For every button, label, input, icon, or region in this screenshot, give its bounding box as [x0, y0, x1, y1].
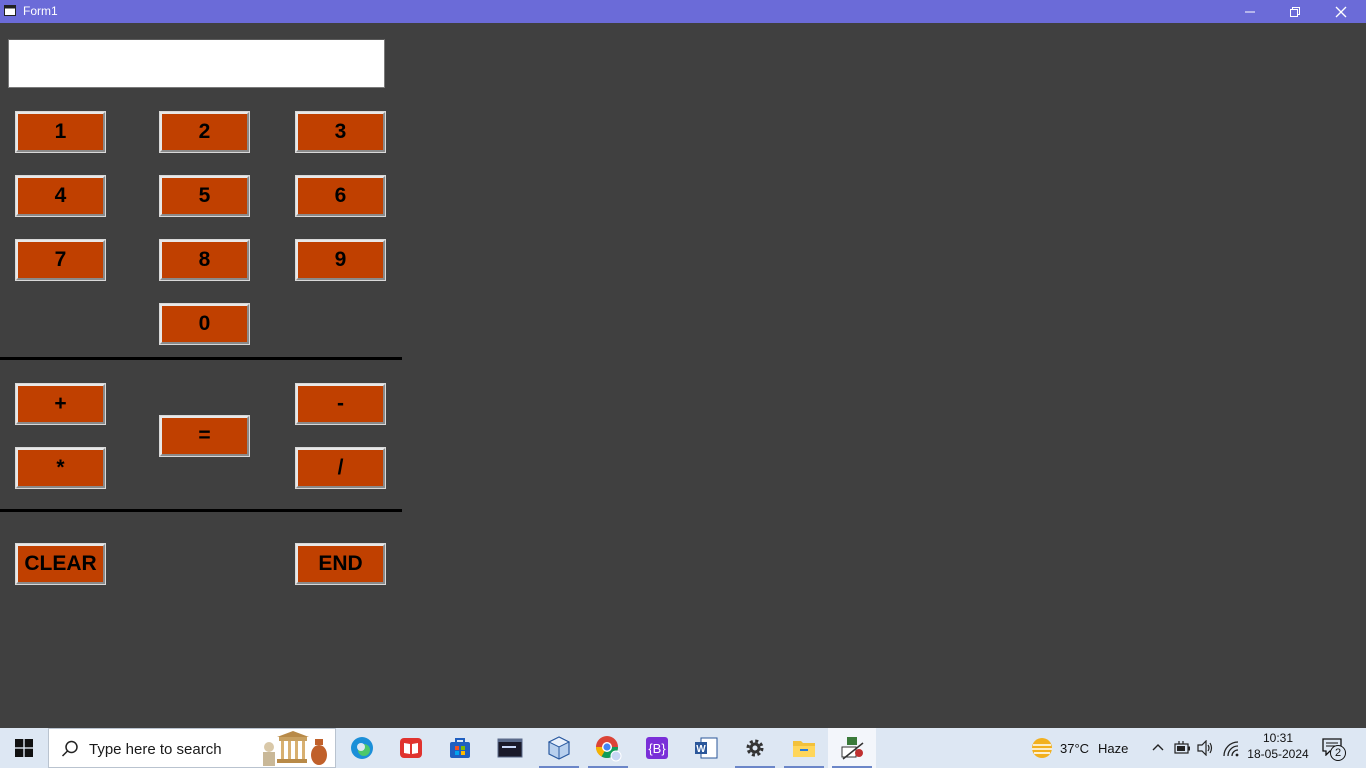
- taskbar-vb6[interactable]: [828, 728, 876, 768]
- search-placeholder: Type here to search: [89, 741, 222, 758]
- title-bar[interactable]: Form1: [0, 0, 1366, 23]
- digit-0-button[interactable]: 0: [159, 303, 250, 345]
- weather-temperature: 37°C: [1060, 741, 1090, 756]
- virtualbox-icon: [547, 736, 571, 760]
- separator-line: [0, 357, 402, 360]
- taskbar-word[interactable]: W: [682, 728, 730, 768]
- digit-8-button[interactable]: 8: [159, 239, 250, 281]
- svg-text:W: W: [696, 744, 706, 755]
- minimize-icon: [1245, 11, 1255, 12]
- start-button[interactable]: [0, 728, 48, 768]
- taskbar-edge[interactable]: [338, 728, 386, 768]
- search-icon: [61, 740, 78, 757]
- plus-button[interactable]: +: [15, 383, 106, 425]
- word-icon: W: [695, 737, 718, 759]
- settings-icon: [746, 739, 764, 757]
- form-icon: [4, 5, 16, 16]
- clear-button[interactable]: CLEAR: [15, 543, 106, 585]
- digit-9-button[interactable]: 9: [295, 239, 386, 281]
- taskbar-virtualbox[interactable]: [535, 728, 583, 768]
- notification-center-button[interactable]: 2: [1320, 736, 1350, 762]
- digit-2-button[interactable]: 2: [159, 111, 250, 153]
- clock-time: 10:31: [1262, 731, 1294, 745]
- equals-button[interactable]: =: [159, 415, 250, 457]
- terminal-icon: [497, 738, 523, 758]
- edge-icon: [351, 737, 373, 759]
- reader-icon: [400, 738, 422, 758]
- digit-7-button[interactable]: 7: [15, 239, 106, 281]
- end-button[interactable]: END: [295, 543, 386, 585]
- minus-button[interactable]: -: [295, 383, 386, 425]
- minimize-button[interactable]: [1227, 0, 1273, 23]
- weather-condition: Haze: [1098, 741, 1129, 756]
- chevron-up-icon[interactable]: [1152, 742, 1164, 754]
- display-input[interactable]: [11, 44, 382, 83]
- network-icon[interactable]: [1222, 741, 1240, 757]
- taskbar-store[interactable]: [436, 728, 484, 768]
- close-button[interactable]: [1318, 0, 1364, 23]
- chrome-icon: [596, 736, 622, 762]
- windows-logo-icon: [15, 739, 33, 757]
- multiply-button[interactable]: *: [15, 447, 106, 489]
- store-icon: [450, 738, 470, 758]
- window-title: Form1: [23, 4, 58, 18]
- form-client-area: 1 2 3 4 5 6 7 8 9 0 + - = * / CLEAR END: [0, 23, 1366, 728]
- bootstrap-studio-icon: {B}: [646, 737, 668, 759]
- restore-icon: [1290, 6, 1300, 17]
- taskbar: Type here to search {B} W 37°C Haze 10:3…: [0, 728, 1366, 768]
- clock-date: 18-05-2024: [1247, 747, 1309, 761]
- digit-4-button[interactable]: 4: [15, 175, 106, 217]
- file-explorer-icon: [793, 741, 815, 757]
- battery-plug-icon[interactable]: [1174, 740, 1192, 756]
- taskbar-file-explorer[interactable]: [780, 728, 828, 768]
- taskbar-bootstrap-studio[interactable]: {B}: [633, 728, 681, 768]
- taskbar-settings[interactable]: [731, 728, 779, 768]
- digit-6-button[interactable]: 6: [295, 175, 386, 217]
- taskbar-search-box[interactable]: Type here to search: [48, 728, 336, 768]
- haze-sun-icon: [1032, 738, 1052, 758]
- divide-button[interactable]: /: [295, 447, 386, 489]
- taskbar-reader[interactable]: [387, 728, 435, 768]
- taskbar-clock[interactable]: 10:31 18-05-2024: [1242, 730, 1314, 762]
- close-icon: [1335, 6, 1347, 17]
- display-textbox[interactable]: [8, 39, 385, 88]
- volume-icon[interactable]: [1197, 740, 1215, 756]
- separator-line: [0, 509, 402, 512]
- vb6-icon: [841, 737, 864, 760]
- taskbar-terminal[interactable]: [486, 728, 534, 768]
- restore-button[interactable]: [1272, 0, 1318, 23]
- digit-3-button[interactable]: 3: [295, 111, 386, 153]
- search-highlight-art-icon: [263, 731, 327, 766]
- taskbar-chrome[interactable]: [584, 728, 632, 768]
- svg-text:{B}: {B}: [648, 741, 666, 756]
- digit-1-button[interactable]: 1: [15, 111, 106, 153]
- notification-count-badge: 2: [1330, 745, 1346, 761]
- digit-5-button[interactable]: 5: [159, 175, 250, 217]
- weather-widget[interactable]: 37°C Haze: [1026, 728, 1136, 768]
